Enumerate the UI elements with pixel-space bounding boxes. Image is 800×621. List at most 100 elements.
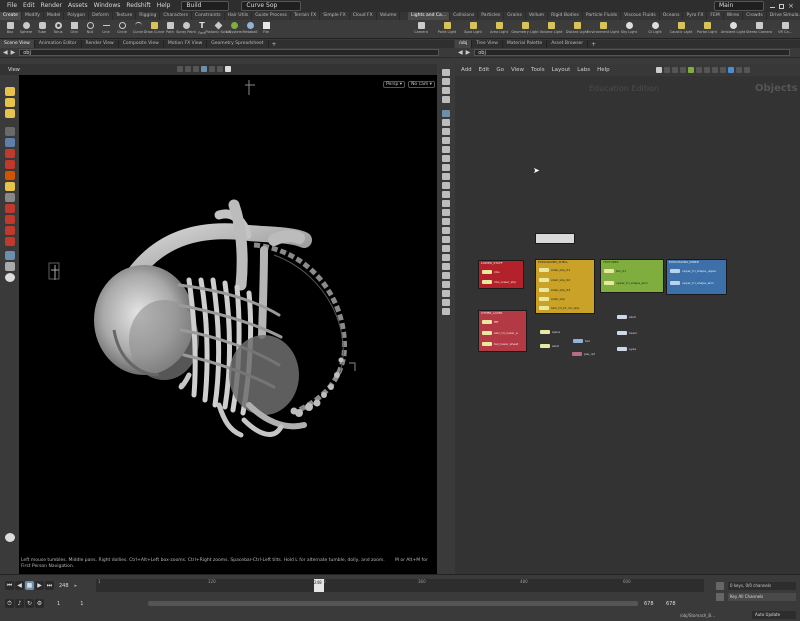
timeline-ruler[interactable]: 1 120 240 360 480 600 248: [96, 579, 704, 592]
move-tool-icon[interactable]: [4, 98, 15, 107]
alien-skeleton-model[interactable]: [19, 75, 437, 574]
menu-assets[interactable]: Assets: [65, 0, 91, 12]
network-box-explosions-inner[interactable]: EXPLOSIONS_INNER upper_tri_shape_upper u…: [666, 259, 727, 295]
tab-geometry-spreadsheet[interactable]: Geometry Spreadsheet: [207, 40, 269, 48]
menu-edit[interactable]: Edit: [20, 0, 38, 12]
render-region-icon[interactable]: [4, 533, 15, 542]
visibility-icon[interactable]: [4, 251, 15, 260]
tab-tree-view[interactable]: Tree View: [472, 40, 503, 48]
net-menu-add[interactable]: Add: [461, 67, 472, 73]
loop-icon[interactable]: ↻: [25, 599, 34, 608]
range-start[interactable]: 1: [57, 601, 60, 607]
prim-numbers-icon[interactable]: [441, 173, 450, 180]
tool-area-light[interactable]: Area Light: [486, 20, 512, 39]
layout-icon[interactable]: [441, 290, 450, 297]
select-icon[interactable]: [193, 66, 199, 72]
loose-node[interactable]: jaw_ref: [572, 351, 595, 356]
node-row[interactable]: ribs: [482, 269, 500, 274]
net-menu-labs[interactable]: Labs: [577, 67, 590, 73]
tab-composite-view[interactable]: Composite View: [119, 40, 164, 48]
node-row[interactable]: shell_shp_02: [539, 277, 570, 282]
camera-snap-icon[interactable]: [225, 66, 231, 72]
handle-tool-icon[interactable]: [4, 138, 15, 147]
magnet-icon[interactable]: [4, 237, 15, 246]
node-row[interactable]: shell_shp_03: [539, 287, 570, 292]
persp-menu[interactable]: Persp ▾: [383, 81, 406, 88]
floating-node[interactable]: [535, 233, 575, 244]
tool-platonic-solids[interactable]: Platonic Solids: [205, 20, 231, 39]
net-menu-edit[interactable]: Edit: [479, 67, 490, 73]
tool-caustic-light[interactable]: Caustic Light: [668, 20, 694, 39]
lock-icon[interactable]: [441, 96, 450, 103]
vertex-icon[interactable]: [441, 191, 450, 198]
minimize-icon[interactable]: [770, 7, 775, 8]
tool-metaball[interactable]: Metaball: [242, 20, 258, 39]
node-row[interactable]: tail_lower_sheet: [482, 341, 518, 346]
select-tool-icon[interactable]: [4, 87, 15, 96]
dots-icon[interactable]: [720, 67, 726, 73]
add-tab-icon[interactable]: +: [272, 41, 277, 48]
node-row[interactable]: upper_tri_shape_skin: [604, 280, 648, 285]
desktop-dropdown[interactable]: Build: [181, 1, 230, 11]
scene-viewport[interactable]: Persp ▾ No cam ▾ Left mouse tumbles. Mid…: [19, 75, 437, 574]
net-menu-help[interactable]: Help: [597, 67, 610, 73]
range-end-2[interactable]: 678: [644, 601, 654, 607]
tool-draw-curve[interactable]: Draw Curve: [144, 20, 164, 39]
tool-camera[interactable]: Camera: [408, 20, 434, 39]
tab-scene-view[interactable]: Scene View: [0, 40, 35, 48]
wireframe-icon[interactable]: [201, 66, 207, 72]
stereo-icon[interactable]: [441, 299, 450, 306]
persp-icon[interactable]: [441, 137, 450, 144]
points-icon[interactable]: [441, 155, 450, 162]
node-row[interactable]: ribs_lower_shp: [482, 279, 516, 284]
tool-volume-light[interactable]: Volume Light: [538, 20, 564, 39]
net-menu-go[interactable]: Go: [496, 67, 504, 73]
palette-icon[interactable]: [688, 67, 694, 73]
light-icon[interactable]: [441, 87, 450, 94]
tool-ambient-light[interactable]: Ambient Light: [720, 20, 746, 39]
node-row[interactable]: skin_tri_ht_inn_shp: [539, 305, 579, 310]
tool-sky-light[interactable]: Sky Light: [616, 20, 642, 39]
bbox-icon[interactable]: [441, 236, 450, 243]
shading-mode-icon[interactable]: [441, 110, 450, 117]
node-view-icon[interactable]: [736, 67, 742, 73]
network-box-icon[interactable]: [712, 67, 718, 73]
snap-prim-icon[interactable]: [4, 215, 15, 224]
auto-update-dropdown[interactable]: Auto Update: [752, 611, 796, 619]
frame-icon[interactable]: [441, 78, 450, 85]
network-box-lower-stuff[interactable]: LOWER_STUFF ribs ribs_lower_shp: [478, 260, 524, 289]
flag-icon[interactable]: [680, 67, 686, 73]
tool-box[interactable]: Box: [2, 20, 18, 39]
tab-animation-editor[interactable]: Animation Editor: [35, 40, 82, 48]
handles-icon[interactable]: [177, 66, 183, 72]
node-row[interactable]: shell_shp: [539, 296, 565, 301]
menu-help[interactable]: Help: [154, 0, 174, 12]
scale-tool-icon[interactable]: [4, 127, 15, 136]
snapshot-icon[interactable]: [441, 254, 450, 261]
tool-gi-light[interactable]: GI Light: [642, 20, 668, 39]
tool-stereo-camera[interactable]: Stereo Camera: [746, 20, 772, 39]
snap-point-icon[interactable]: [4, 204, 15, 213]
lighting-icon[interactable]: [217, 66, 223, 72]
close-icon[interactable]: ×: [788, 3, 794, 10]
tool-file[interactable]: File: [258, 20, 274, 39]
hull-icon[interactable]: [441, 218, 450, 225]
tool-point-light[interactable]: Point Light: [434, 20, 460, 39]
key-all-button[interactable]: Key All Channels: [728, 593, 796, 601]
guides-icon[interactable]: [441, 209, 450, 216]
node-row[interactable]: upper_tri_shape_upper: [670, 268, 716, 273]
tool-sphere[interactable]: Sphere: [18, 20, 34, 39]
tool-null[interactable]: Null: [82, 20, 98, 39]
forward-icon[interactable]: ▶: [466, 49, 471, 56]
node-row[interactable]: shell_shp_01: [539, 267, 570, 272]
ghost-other-icon[interactable]: [441, 146, 450, 153]
ghost-icon[interactable]: [4, 262, 15, 271]
loose-node[interactable]: tail: [573, 338, 590, 343]
context-dropdown[interactable]: Curve Sop: [241, 1, 302, 11]
snap-multi-icon[interactable]: [4, 226, 15, 235]
bg-icon[interactable]: [441, 128, 450, 135]
flipbook-icon[interactable]: [441, 263, 450, 270]
maximize-icon[interactable]: [779, 3, 784, 9]
tool-vr-camera[interactable]: VR Ca...: [772, 20, 798, 39]
right-path-field[interactable]: obj: [474, 49, 791, 56]
